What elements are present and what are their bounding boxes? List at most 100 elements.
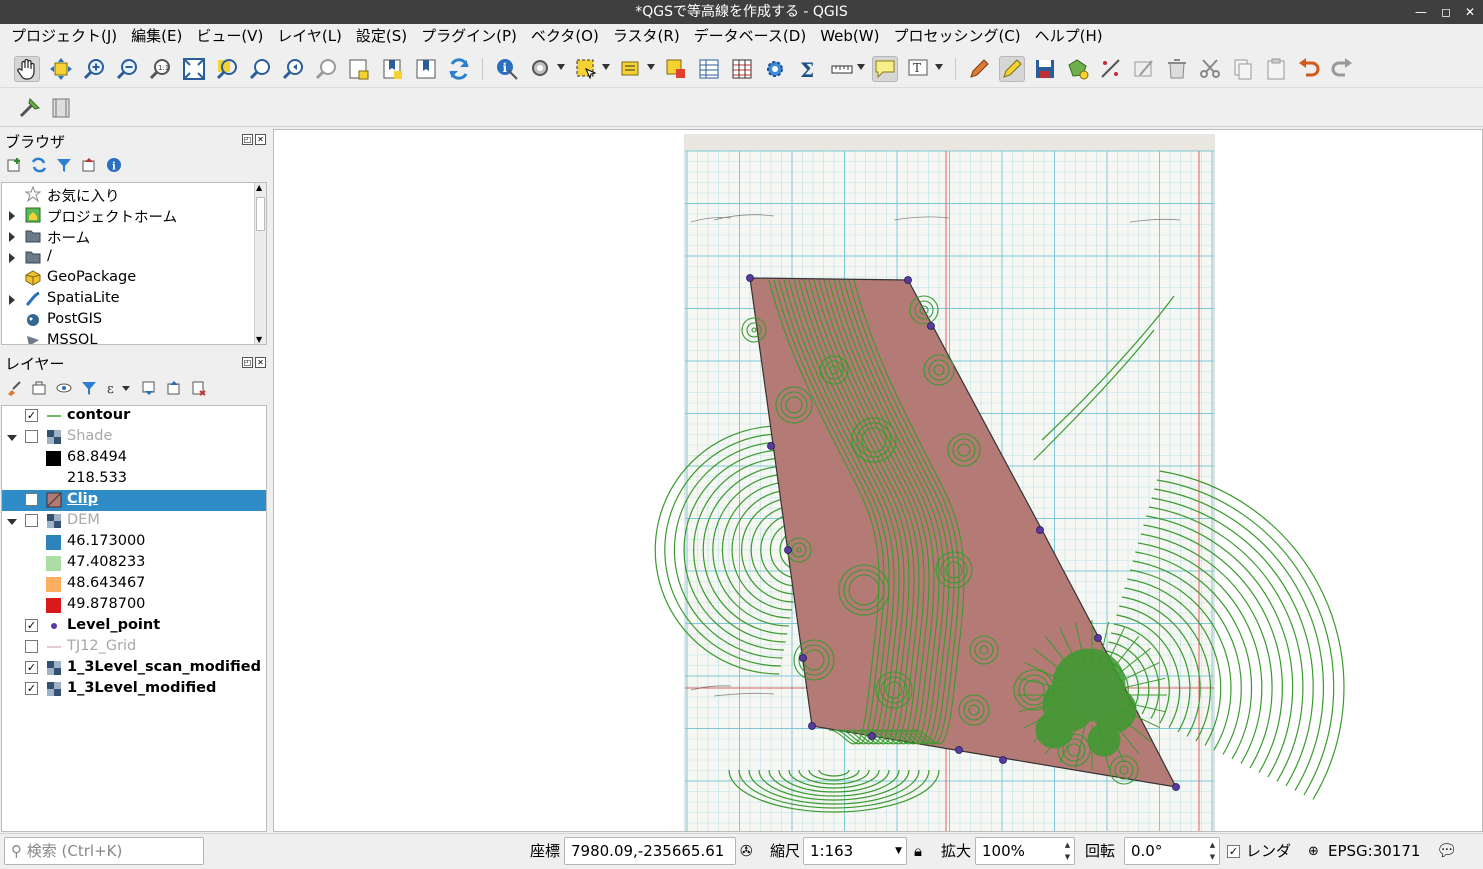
zoom-last-button[interactable] — [280, 56, 306, 82]
visibility-icon[interactable] — [55, 379, 73, 397]
lock-scale-icon[interactable]: 🔒︎ — [914, 834, 922, 869]
deselect-button[interactable] — [663, 56, 689, 82]
menu-item[interactable]: プラグイン(P) — [414, 24, 524, 49]
zoom-native-button[interactable]: 1:1 — [147, 56, 173, 82]
layer-visibility-checkbox[interactable]: ✓ — [25, 493, 38, 506]
save-edits-button[interactable] — [1032, 56, 1058, 82]
menu-item[interactable]: レイヤ(L) — [270, 24, 349, 49]
expand-arrow-icon[interactable] — [9, 253, 15, 263]
layer-item[interactable]: TJ12_Grid — [2, 637, 266, 658]
map-tips-button[interactable] — [872, 56, 898, 82]
float-panel-icon[interactable]: ◰ — [242, 134, 253, 145]
layer-properties-button[interactable] — [48, 95, 74, 121]
layer-item[interactable]: ✓ 1_3Level_modified — [2, 679, 266, 700]
undo-button[interactable] — [1296, 56, 1322, 82]
new-bookmark-button[interactable] — [380, 56, 406, 82]
browser-tree[interactable]: ▲ ▼ お気に入り プロジェクトホーム ホーム / GeoPackage SpatiaLi… — [1, 182, 267, 345]
layer-item[interactable]: ✓ Level_point — [2, 616, 266, 637]
select-features-button[interactable] — [573, 56, 599, 82]
magnifier-spinbox[interactable]: 100% ▲ ▼ — [975, 837, 1075, 865]
close-panel-icon[interactable]: ✕ — [255, 134, 266, 145]
browser-item[interactable]: ホーム — [2, 226, 266, 247]
float-panel-icon[interactable]: ◰ — [242, 357, 253, 368]
zoom-to-selection-button[interactable] — [214, 56, 240, 82]
layer-visibility-checkbox[interactable]: ✓ — [25, 619, 38, 632]
menu-item[interactable]: プロジェクト(J) — [4, 24, 124, 49]
legend-item[interactable]: 46.173000 — [2, 532, 266, 553]
current-edits-button[interactable] — [966, 56, 992, 82]
layer-item[interactable]: ✓ contour — [2, 406, 266, 427]
run-action-button[interactable] — [528, 56, 554, 82]
menu-item[interactable]: ヘルプ(H) — [1028, 24, 1110, 49]
menu-item[interactable]: プロセッシング(C) — [886, 24, 1027, 49]
menu-item[interactable]: 設定(S) — [349, 24, 414, 49]
browser-item[interactable]: PostGIS — [2, 310, 266, 331]
map-canvas[interactable] — [273, 129, 1483, 832]
legend-item[interactable]: 47.408233 — [2, 553, 266, 574]
legend-item[interactable]: 218.533 — [2, 469, 266, 490]
maximize-icon[interactable]: ◻ — [1441, 0, 1451, 24]
new-map-view-button[interactable] — [346, 56, 372, 82]
refresh-icon[interactable] — [30, 156, 48, 174]
layer-visibility-checkbox[interactable] — [25, 640, 38, 653]
layer-item[interactable]: DEM — [2, 511, 266, 532]
zoom-next-button[interactable] — [313, 56, 339, 82]
collapse-arrow-icon[interactable] — [7, 519, 17, 525]
layer-visibility-checkbox[interactable]: ✓ — [25, 682, 38, 695]
chevron-down-icon[interactable] — [857, 64, 865, 70]
info-icon[interactable]: i — [105, 156, 123, 174]
browser-item[interactable]: GeoPackage — [2, 268, 266, 289]
identify-button[interactable]: i — [494, 56, 520, 82]
chevron-down-icon[interactable] — [557, 64, 565, 70]
scale-combo[interactable]: 1:163 ▼ — [803, 837, 907, 865]
show-bookmarks-button[interactable] — [413, 56, 439, 82]
zoom-out-button[interactable] — [114, 56, 140, 82]
layer-visibility-checkbox[interactable] — [25, 514, 38, 527]
browser-item[interactable]: SpatiaLite — [2, 289, 266, 310]
expand-arrow-icon[interactable] — [9, 295, 15, 305]
statistics-button[interactable] — [729, 56, 755, 82]
cut-features-button[interactable] — [1197, 56, 1223, 82]
select-by-value-button[interactable] — [618, 56, 644, 82]
legend-item[interactable]: 48.643467 — [2, 574, 266, 595]
collapse-arrow-icon[interactable] — [7, 435, 17, 441]
legend-item[interactable]: 68.8494 — [2, 448, 266, 469]
style-manager-icon[interactable] — [5, 379, 23, 397]
filter-icon[interactable] — [55, 156, 73, 174]
copy-features-button[interactable] — [1230, 56, 1256, 82]
toolbox-button[interactable] — [762, 56, 788, 82]
digitize-tool-button[interactable] — [17, 95, 43, 121]
attribute-table-button[interactable] — [696, 56, 722, 82]
expand-arrow-icon[interactable] — [9, 232, 15, 242]
layer-item[interactable]: ✓ Clip — [2, 490, 266, 511]
add-feature-button[interactable] — [1065, 56, 1091, 82]
field-calculator-button[interactable]: Σ — [795, 56, 821, 82]
legend-item[interactable]: 49.878700 — [2, 595, 266, 616]
zoom-to-layer-button[interactable] — [247, 56, 273, 82]
filter-icon[interactable] — [80, 379, 98, 397]
collapse-all-icon[interactable] — [80, 156, 98, 174]
measure-button[interactable] — [829, 56, 855, 82]
menu-item[interactable]: Web(W) — [813, 24, 886, 49]
toggle-editing-button[interactable] — [999, 56, 1025, 82]
crs-globe-icon[interactable]: ⊕ — [1308, 834, 1319, 869]
locator-search-input[interactable]: ⚲ 検索 (Ctrl+K) — [4, 837, 204, 865]
menu-item[interactable]: ビュー(V) — [189, 24, 270, 49]
expand-arrow-icon[interactable] — [9, 211, 15, 221]
close-icon[interactable]: ✕ — [1465, 0, 1475, 24]
menu-item[interactable]: データベース(D) — [687, 24, 814, 49]
render-checkbox[interactable]: ✓ — [1227, 845, 1240, 858]
menu-item[interactable]: ラスタ(R) — [606, 24, 687, 49]
spin-arrows-icon[interactable]: ▲ ▼ — [1207, 839, 1218, 863]
zoom-in-button[interactable] — [81, 56, 107, 82]
remove-layer-icon[interactable] — [190, 379, 208, 397]
menu-item[interactable]: 編集(E) — [124, 24, 189, 49]
pan-to-selection-button[interactable] — [48, 56, 74, 82]
layer-item[interactable]: Shade — [2, 427, 266, 448]
chevron-down-icon[interactable] — [647, 64, 655, 70]
messages-icon[interactable]: 💬︎ — [1436, 834, 1458, 869]
layer-visibility-checkbox[interactable]: ✓ — [25, 409, 38, 422]
browser-item[interactable]: MSSQL — [2, 331, 266, 344]
paste-features-button[interactable] — [1263, 56, 1289, 82]
rotation-spinbox[interactable]: 0.0° ▲ ▼ — [1124, 837, 1220, 865]
